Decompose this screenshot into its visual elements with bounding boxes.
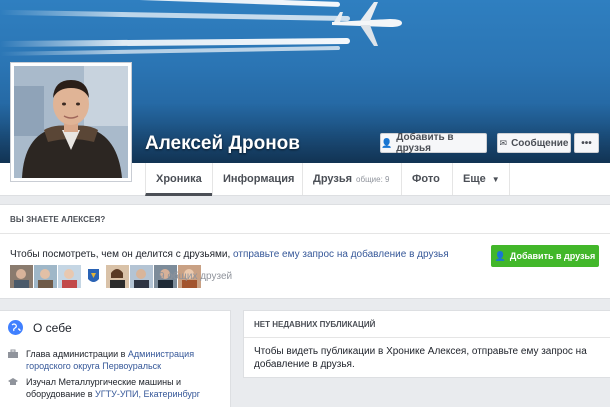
friend-avatar[interactable] (130, 265, 153, 288)
profile-name[interactable]: Алексей Дронов (145, 133, 300, 155)
add-person-icon: 👤 (494, 250, 506, 261)
contrail (0, 0, 341, 7)
briefcase-icon (8, 349, 18, 358)
contrail (0, 46, 341, 56)
tab-label: Хроника (156, 173, 202, 185)
friend-avatar[interactable] (10, 265, 33, 288)
person-photo (14, 66, 128, 178)
tab-timeline[interactable]: Хроника (145, 163, 212, 196)
mutual-friends-count[interactable]: 9 общих друзей (159, 271, 232, 282)
no-posts-message: Чтобы видеть публикации в Хронике Алексе… (254, 346, 587, 370)
friend-avatar[interactable] (34, 265, 57, 288)
recent-posts-panel: НЕТ НЕДАВНИХ ПУБЛИКАЦИЙ Чтобы видеть пуб… (243, 310, 610, 378)
message-label: Сообщение (511, 137, 569, 149)
contrail (0, 9, 351, 21)
add-friend-label: Добавить в друзья (396, 132, 454, 154)
tab-about[interactable]: Информация (212, 163, 302, 195)
profile-picture[interactable] (10, 62, 132, 182)
friend-avatar[interactable] (82, 265, 105, 288)
panel-heading: ВЫ ЗНАЕТЕ АЛЕКСЕЯ? (10, 215, 106, 224)
about-header: О себе (8, 320, 72, 335)
add-person-icon: 👤 (381, 137, 393, 148)
mutual-count: общие: 9 (356, 174, 390, 184)
about-title: О себе (33, 320, 72, 335)
do-you-know-panel: ВЫ ЗНАЕТЕ АЛЕКСЕЯ? Чтобы посмотреть, чем… (0, 204, 610, 299)
chevron-down-icon: ▼ (491, 174, 500, 184)
tab-label: Еще (463, 173, 486, 185)
add-friend-green-button[interactable]: 👤 Добавить в друзья (491, 245, 599, 267)
about-panel: О себе Глава администрации в Администрац… (0, 310, 231, 407)
tab-label: Друзья (313, 173, 353, 185)
message-button[interactable]: ✉ Сообщение (497, 133, 571, 153)
work-text: Глава администрации в (26, 349, 126, 359)
tab-label: Фото (412, 173, 440, 185)
contrail (0, 38, 351, 48)
send-request-link[interactable]: отправьте ему запрос на добавление в дру… (233, 249, 449, 260)
graduation-cap-icon (8, 378, 18, 385)
education-info: Изучал Металлургические машины и оборудо… (8, 376, 218, 400)
divider (244, 337, 610, 338)
divider (0, 233, 610, 234)
tab-label: Информация (223, 173, 295, 185)
work-info: Глава администрации в Администрация горо… (8, 348, 218, 372)
avatar (14, 66, 128, 178)
tab-photos[interactable]: Фото (401, 163, 452, 195)
friend-request-prompt: Чтобы посмотреть, чем он делится с друзь… (10, 249, 449, 260)
tab-more[interactable]: Еще ▼ (452, 163, 510, 195)
add-friend-label: Добавить в друзья (509, 251, 596, 261)
airplane-icon (332, 2, 402, 46)
friend-avatar[interactable] (106, 265, 129, 288)
prompt-text: Чтобы посмотреть, чем он делится с друзь… (10, 249, 231, 260)
friend-avatar[interactable] (58, 265, 81, 288)
tab-friends[interactable]: Друзья общие: 9 (302, 163, 401, 195)
more-options-button[interactable]: ••• (574, 133, 599, 153)
more-dots-icon: ••• (581, 137, 592, 149)
panel-heading: НЕТ НЕДАВНИХ ПУБЛИКАЦИЙ (254, 320, 376, 329)
globe-icon (8, 320, 23, 335)
add-friend-button[interactable]: 👤 Добавить в друзья (380, 132, 487, 154)
school-link[interactable]: УГТУ-УПИ, Екатеринбург (95, 389, 200, 399)
message-icon: ✉ (499, 137, 508, 148)
